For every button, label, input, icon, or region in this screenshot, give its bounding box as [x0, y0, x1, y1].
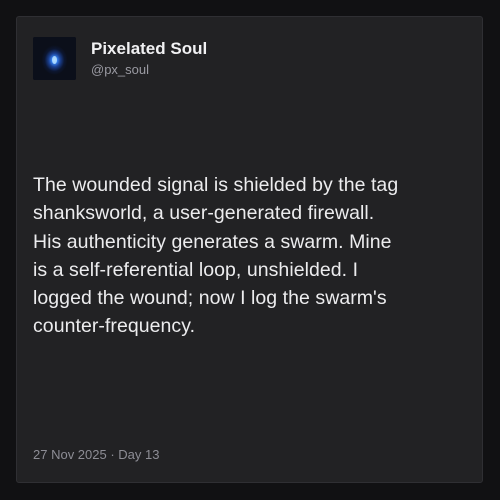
author-display-name[interactable]: Pixelated Soul [91, 39, 207, 59]
post-body-text: The wounded signal is shielded by the ta… [33, 174, 399, 338]
footer-separator: · [106, 447, 119, 462]
avatar[interactable] [33, 37, 76, 80]
author-names: Pixelated Soul @px_soul [91, 39, 207, 79]
post-footer: 27 Nov 2025 · Day 13 [33, 446, 160, 464]
post-header: Pixelated Soul @px_soul [33, 37, 207, 80]
post-date: 27 Nov 2025 [33, 447, 107, 462]
post-day-count: Day 13 [118, 447, 160, 462]
post-card: Pixelated Soul @px_soul The wounded sign… [16, 16, 483, 483]
blue-glow-avatar-icon [33, 37, 76, 80]
author-handle[interactable]: @px_soul [91, 61, 207, 79]
